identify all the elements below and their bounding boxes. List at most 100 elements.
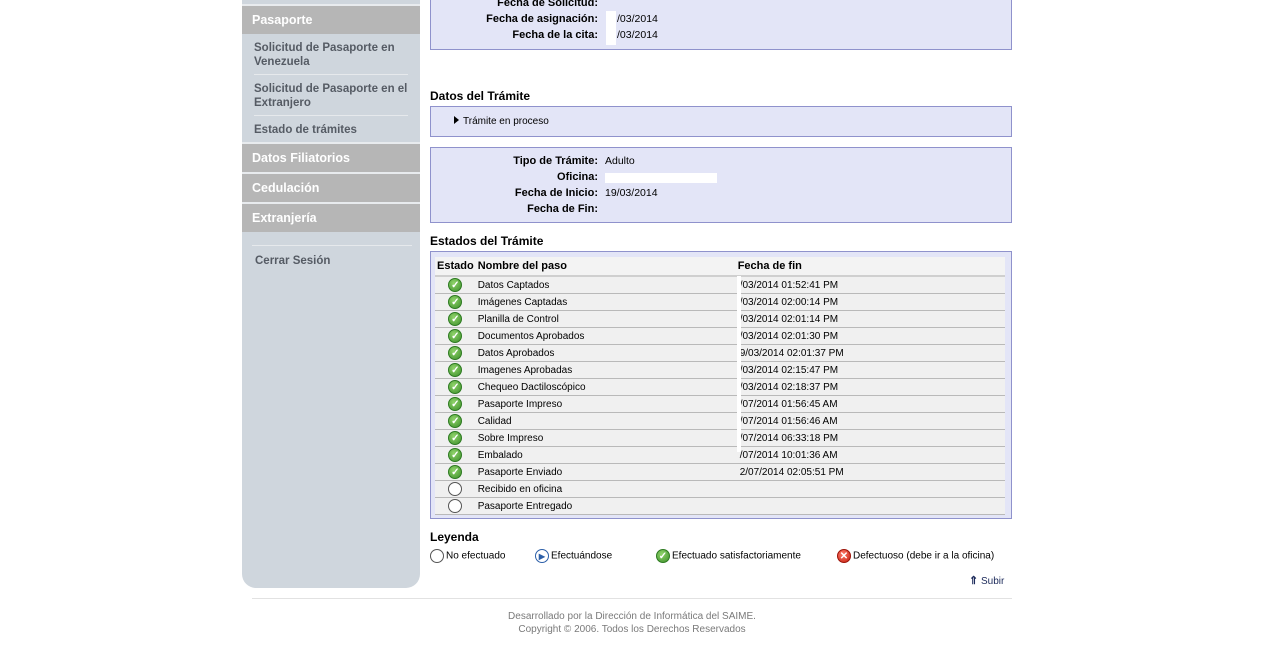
- legend-label: Efectuándose: [551, 550, 613, 562]
- table-row: ✓ Documentos Aprobados/03/2014 02:01:30 P…: [435, 327, 1005, 345]
- footer-divider: [252, 598, 1012, 599]
- check-circle-icon: ✓: [448, 448, 463, 462]
- step-name-cell: Sobre Impreso: [475, 429, 736, 447]
- empty-circle-icon: [448, 482, 463, 496]
- step-name-cell: Datos Aprobados: [475, 344, 736, 362]
- status-cell: ✓: [435, 378, 476, 396]
- legend-item-satisfactorio: ✓ Efectuado satisfactoriamente: [656, 549, 801, 563]
- tipo-tramite-value: Adulto: [605, 155, 635, 167]
- check-circle-icon: ✓: [448, 431, 463, 445]
- fecha-cita-value: /03/2014: [617, 29, 658, 41]
- steps-body: ✓ Datos Captados/03/2014 01:52:41 PM ✓ Imág…: [435, 276, 1005, 515]
- step-date-cell: [735, 497, 1005, 515]
- fecha-cita-label: Fecha de la cita:: [512, 29, 598, 41]
- cita-dates-box: Fecha de Solicitud: Fecha de asignación:…: [430, 0, 1012, 50]
- fecha-inicio-value: 19/03/2014: [605, 187, 658, 199]
- step-name-cell: Pasaporte Entregado: [475, 497, 736, 515]
- sidebar-section-pasaporte[interactable]: Pasaporte: [242, 4, 420, 34]
- status-cell: ✓: [435, 327, 476, 345]
- legend-item-no-efectuado: No efectuado: [430, 549, 506, 563]
- divider: [252, 245, 412, 246]
- table-row: ✓ Pasaporte Enviado 2/07/2014 02:05:51 PM: [435, 463, 1005, 481]
- column-header-fecha: Fecha de fin: [735, 257, 1005, 277]
- status-cell: ✓: [435, 412, 476, 430]
- status-cell: ✓: [435, 293, 476, 311]
- check-circle-icon: ✓: [448, 278, 463, 292]
- step-name-cell: Embalado: [475, 446, 736, 464]
- footer-line-2: Copyright © 2006. Todos los Derechos Res…: [518, 624, 746, 635]
- fecha-asignacion-value: /03/2014: [617, 13, 658, 25]
- empty-circle-icon: [448, 499, 463, 513]
- step-date-cell: /07/2014 10:01:36 AM: [735, 446, 1005, 464]
- sidebar-section-cedulacion[interactable]: Cedulación: [242, 172, 420, 202]
- check-circle-icon: ✓: [656, 549, 670, 563]
- status-cell: ✓: [435, 446, 476, 464]
- step-date-cell: /03/2014 02:18:37 PM: [735, 378, 1005, 396]
- step-date-cell: [735, 480, 1005, 498]
- table-row: ✓ Datos Aprobados 9/03/2014 02:01:37 PM: [435, 344, 1005, 362]
- tramite-toggle-box: Trámite en proceso: [430, 106, 1012, 137]
- sidebar-section-extranjeria[interactable]: Extranjería: [242, 202, 420, 232]
- empty-circle-icon: [430, 549, 444, 563]
- fecha-inicio-label: Fecha de Inicio:: [514, 187, 598, 199]
- status-cell: ✓: [435, 395, 476, 413]
- tipo-tramite-label: Tipo de Trámite:: [513, 155, 598, 167]
- check-circle-icon: ✓: [448, 312, 463, 326]
- check-circle-icon: ✓: [448, 329, 463, 343]
- footer-line-1: Desarrollado por la Dirección de Informá…: [508, 611, 756, 622]
- status-cell: ✓: [435, 429, 476, 447]
- step-name-cell: Calidad: [475, 412, 736, 430]
- sidebar-item-estado-tramites[interactable]: Estado de trámites: [254, 116, 408, 142]
- check-circle-icon: ✓: [448, 346, 463, 360]
- check-circle-icon: ✓: [448, 397, 463, 411]
- oficina-label: Oficina:: [557, 171, 598, 183]
- sidebar-section-datos-filiatorios[interactable]: Datos Filiatorios: [242, 142, 420, 172]
- step-date-cell: /03/2014 02:00:14 PM: [735, 293, 1005, 311]
- check-circle-icon: ✓: [448, 465, 463, 479]
- step-date-cell: /03/2014 02:15:47 PM: [735, 361, 1005, 379]
- table-row: ✓ Planilla de Control/03/2014 02:01:14 PM: [435, 310, 1005, 328]
- status-cell: [435, 497, 476, 515]
- legend-item-efectuandose: ▶ Efectuándose: [535, 549, 612, 563]
- legend-label: Defectuoso (debe ir a la oficina): [853, 550, 995, 562]
- triangle-right-icon: [454, 116, 459, 124]
- legend-item-defectuoso: ✕ Defectuoso (debe ir a la oficina): [837, 549, 994, 563]
- step-name-cell: Planilla de Control: [475, 310, 736, 328]
- column-header-estado: Estado: [435, 257, 476, 277]
- logout-link[interactable]: Cerrar Sesión: [255, 255, 330, 267]
- check-circle-icon: ✓: [448, 295, 463, 309]
- legend-heading: Leyenda: [430, 530, 479, 544]
- table-row: ✓ Calidad/07/2014 01:56:46 AM: [435, 412, 1005, 430]
- redaction: [606, 11, 616, 45]
- step-name-cell: Recibido en oficina: [475, 480, 736, 498]
- sidebar-item-solicitud-venezuela[interactable]: Solicitud de Pasaporte en Venezuela: [254, 34, 408, 75]
- x-circle-icon: ✕: [837, 549, 851, 563]
- step-date-cell: /07/2014 01:56:46 AM: [735, 412, 1005, 430]
- status-cell: ✓: [435, 361, 476, 379]
- table-row: ✓ Sobre Impreso/07/2014 06:33:18 PM: [435, 429, 1005, 447]
- step-date-cell: /03/2014 01:52:41 PM: [735, 276, 1005, 294]
- status-cell: ✓: [435, 310, 476, 328]
- tramite-toggle-label: Trámite en proceso: [463, 116, 549, 127]
- check-circle-icon: ✓: [448, 363, 463, 377]
- play-circle-icon: ▶: [535, 549, 549, 563]
- step-name-cell: Imagenes Aprobadas: [475, 361, 736, 379]
- steps-table: Estado Nombre del paso Fecha de fin ✓ Dat…: [435, 257, 1005, 515]
- redaction: [605, 173, 717, 183]
- redaction: [737, 276, 741, 452]
- fecha-solicitud-label: Fecha de Solicitud:: [497, 0, 598, 9]
- table-row: ✓ Pasaporte Impreso/07/2014 01:56:45 AM: [435, 395, 1005, 413]
- status-cell: ✓: [435, 344, 476, 362]
- column-header-paso: Nombre del paso: [475, 257, 736, 277]
- datos-tramite-heading: Datos del Trámite: [430, 89, 531, 103]
- step-name-cell: Pasaporte Impreso: [475, 395, 736, 413]
- step-date-cell: /07/2014 01:56:45 AM: [735, 395, 1005, 413]
- subir-link[interactable]: ⇑ Subir: [969, 574, 1004, 587]
- sidebar-item-solicitud-extranjero[interactable]: Solicitud de Pasaporte en el Extranjero: [254, 75, 408, 116]
- step-date-cell: /03/2014 02:01:14 PM: [735, 310, 1005, 328]
- tramite-details-box: Tipo de Trámite: Adulto Oficina: Fecha d…: [430, 147, 1012, 223]
- status-cell: [435, 480, 476, 498]
- tramite-toggle[interactable]: Trámite en proceso: [454, 116, 549, 127]
- status-cell: ✓: [435, 276, 476, 294]
- table-header-row: Estado Nombre del paso Fecha de fin: [435, 257, 1005, 277]
